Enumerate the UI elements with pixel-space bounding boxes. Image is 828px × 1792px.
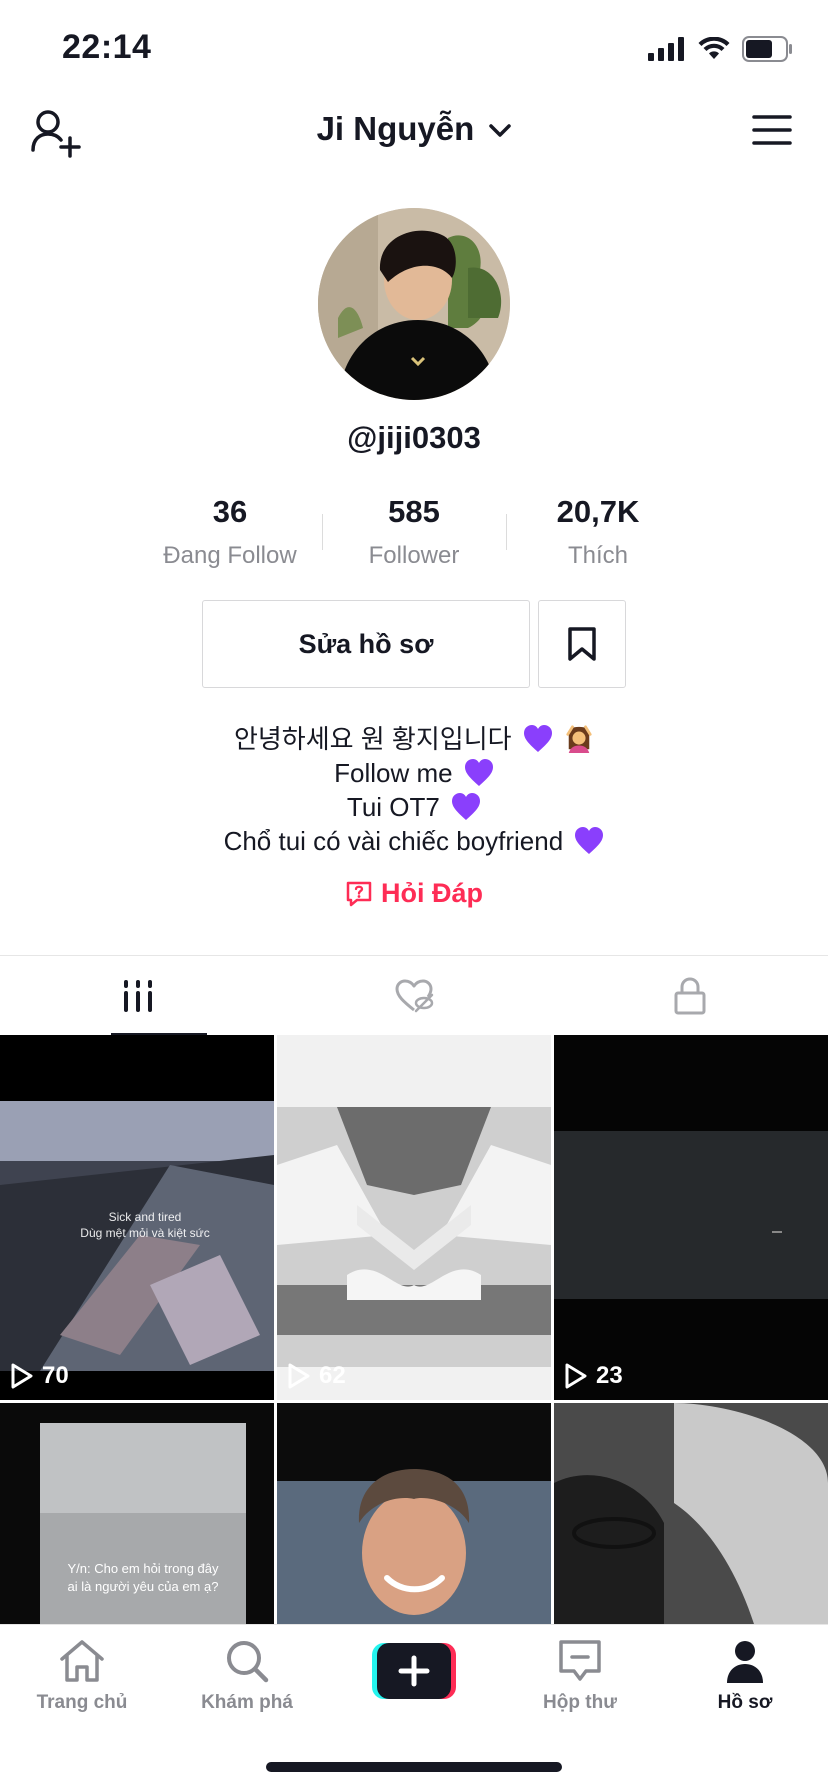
wifi-icon <box>698 37 730 59</box>
nav-profile-label: Hồ sơ <box>717 1692 773 1713</box>
question-bubble-icon <box>346 881 372 907</box>
avatar[interactable] <box>318 208 510 400</box>
nav-home-label: Trang chủ <box>36 1692 128 1713</box>
tab-videos[interactable] <box>0 956 276 1036</box>
play-icon <box>288 1363 310 1389</box>
bio: 안녕하세요 원 황지입니다 Follow me Tui OT7 Chổ tui … <box>0 722 828 858</box>
video-overlay-text: ai là người yêu của em ạ? <box>68 1579 219 1594</box>
play-count-value: 70 <box>42 1362 69 1389</box>
video-overlay-text: Sick and tired <box>109 1210 182 1224</box>
nav-home[interactable]: Trang chủ <box>12 1639 152 1714</box>
bio-text: 안녕하세요 원 황지입니다 <box>233 724 512 754</box>
bio-line: 안녕하세요 원 황지입니다 <box>0 722 828 756</box>
play-count: 23 <box>564 1362 623 1390</box>
video-overlay-text: Dùg mệt mỏi và kiệt sức <box>80 1226 209 1240</box>
play-icon <box>565 1363 587 1389</box>
likes-stat[interactable]: 20,7K Thích <box>506 494 690 570</box>
followers-label: Follower <box>368 542 460 569</box>
qa-label: Hỏi Đáp <box>380 878 483 908</box>
bio-text: Tui OT7 <box>346 792 440 822</box>
profile-stats: 36 Đang Follow 585 Follower 20,7K Thích <box>0 494 828 574</box>
bio-text: Follow me <box>334 758 453 788</box>
bio-line: Tui OT7 <box>0 790 828 824</box>
likes-count: 20,7K <box>556 494 640 529</box>
following-count: 36 <box>212 494 248 529</box>
account-name: Ji Nguyễn <box>316 110 475 147</box>
video-thumbnail[interactable]: 62 <box>277 1035 551 1400</box>
nav-inbox-label: Hộp thư <box>543 1692 617 1713</box>
plus-icon <box>372 1643 456 1699</box>
video-frame <box>554 1403 828 1624</box>
profile-icon <box>727 1641 763 1683</box>
video-frame: Sick and tired Dùg mệt mỏi và kiệt sức <box>0 1101 274 1371</box>
video-overlay-text: Y/n: Cho em hỏi trong đây <box>67 1561 219 1576</box>
nav-discover[interactable]: Khám phá <box>177 1639 317 1714</box>
video-thumbnail[interactable] <box>554 1403 828 1624</box>
profile-header: Ji Nguyễn <box>0 96 828 168</box>
username-handle: @jiji0303 <box>347 420 481 455</box>
person-gesturing-icon <box>566 725 592 753</box>
lock-icon <box>674 977 706 1015</box>
video-thumbnail[interactable] <box>277 1403 551 1624</box>
grid-icon <box>124 980 152 1012</box>
purple-heart-icon <box>575 827 604 854</box>
tab-liked[interactable] <box>276 956 552 1036</box>
status-time: 22:14 <box>62 28 152 66</box>
chevron-down-icon <box>489 124 512 138</box>
nav-profile[interactable]: Hồ sơ <box>675 1639 815 1714</box>
status-icons <box>648 36 794 62</box>
following-label: Đang Follow <box>163 542 297 569</box>
inbox-icon <box>559 1640 601 1681</box>
signal-icon <box>648 37 684 61</box>
home-indicator <box>266 1762 562 1772</box>
play-count: 62 <box>287 1362 346 1390</box>
purple-heart-icon <box>523 725 552 752</box>
battery-icon <box>742 36 792 62</box>
video-frame: Y/n: Cho em hỏi trong đây ai là người yê… <box>0 1403 274 1624</box>
content-tabs <box>0 955 828 1036</box>
video-frame <box>277 1403 551 1624</box>
video-frame <box>554 1035 828 1400</box>
bio-text: Chổ tui có vài chiếc boyfriend <box>223 826 564 856</box>
create-video-button[interactable] <box>372 1643 456 1699</box>
edit-profile-button[interactable]: Sửa hồ sơ <box>202 600 530 688</box>
account-switcher[interactable]: Ji Nguyễn <box>0 110 828 148</box>
bio-line: Chổ tui có vài chiếc boyfriend <box>0 824 828 858</box>
favorites-button[interactable] <box>538 600 626 688</box>
play-count: 70 <box>10 1362 69 1390</box>
bio-line: Follow me <box>0 756 828 790</box>
avatar-photo <box>318 208 510 400</box>
search-icon <box>227 1641 269 1683</box>
qa-link[interactable]: Hỏi Đáp <box>0 878 828 909</box>
status-bar: 22:14 <box>0 0 828 96</box>
play-icon <box>11 1363 33 1389</box>
purple-heart-icon <box>464 759 493 786</box>
video-thumbnail[interactable]: Sick and tired Dùg mệt mỏi và kiệt sức 7… <box>0 1035 274 1400</box>
purple-heart-icon <box>452 793 481 820</box>
play-count-value: 23 <box>596 1362 623 1389</box>
likes-label: Thích <box>567 542 629 569</box>
video-frame <box>277 1035 551 1400</box>
play-count-value: 62 <box>319 1362 346 1389</box>
hidden-heart-icon <box>395 979 434 1013</box>
home-icon <box>60 1640 104 1682</box>
followers-stat[interactable]: 585 Follower <box>322 494 506 570</box>
video-thumbnail[interactable]: Y/n: Cho em hỏi trong đây ai là người yê… <box>0 1403 274 1624</box>
followers-count: 585 <box>388 494 440 529</box>
menu-icon[interactable] <box>752 114 792 146</box>
following-stat[interactable]: 36 Đang Follow <box>138 494 322 570</box>
nav-discover-label: Khám phá <box>201 1692 293 1713</box>
bookmark-icon <box>568 627 596 661</box>
tab-private[interactable] <box>552 956 828 1036</box>
video-thumbnail[interactable]: 23 <box>554 1035 828 1400</box>
nav-inbox[interactable]: Hộp thư <box>510 1639 650 1714</box>
